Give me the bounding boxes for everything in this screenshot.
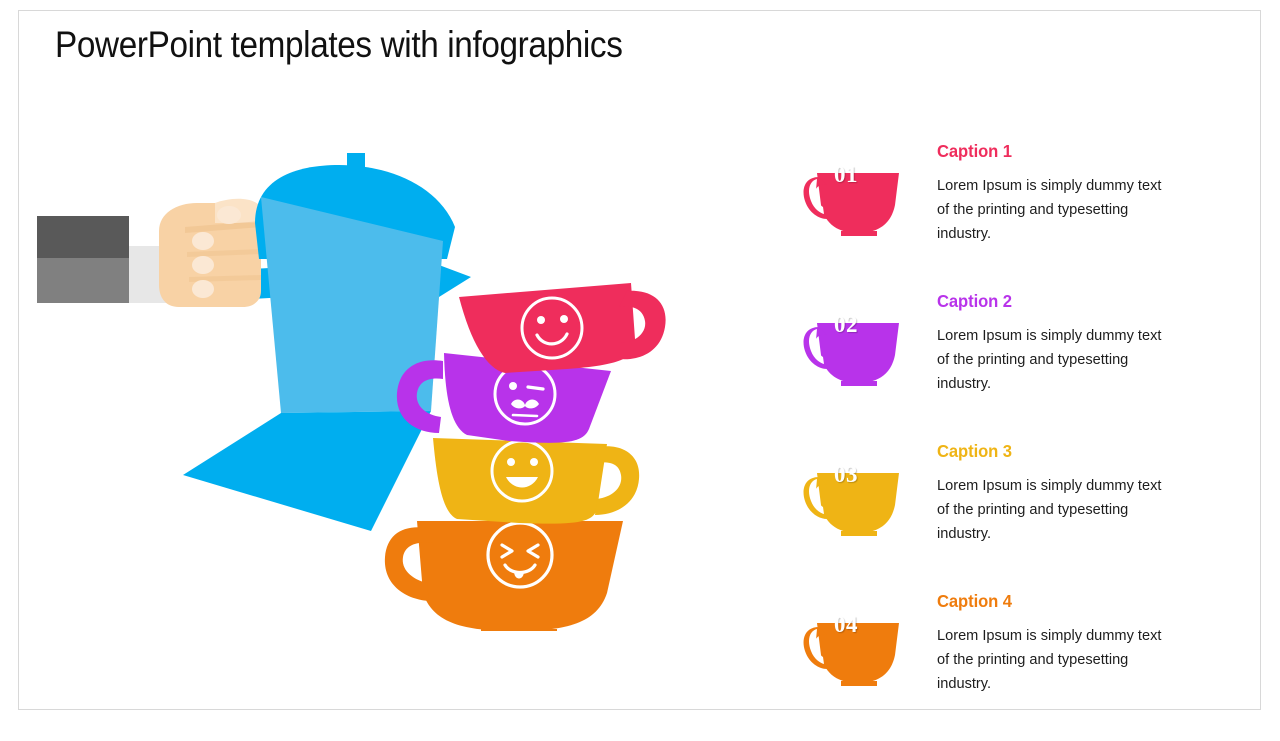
caption-text-block: Caption 2 Lorem Ipsum is simply dummy te… — [937, 291, 1173, 396]
caption-text-block: Caption 4 Lorem Ipsum is simply dummy te… — [937, 591, 1173, 696]
caption-text-block: Caption 3 Lorem Ipsum is simply dummy te… — [937, 441, 1173, 546]
stacked-cup-orange — [384, 521, 623, 631]
coffee-cup-icon — [803, 169, 903, 237]
caption-body: Lorem Ipsum is simply dummy text of the … — [937, 477, 1162, 542]
page-title: PowerPoint templates with infographics — [55, 24, 623, 65]
caption-heading: Caption 3 — [937, 441, 1012, 461]
coffee-cup-icon — [803, 619, 903, 687]
caption-item-1[interactable]: 01 Caption 1 Lorem Ipsum is simply dummy… — [789, 141, 1189, 291]
caption-list: 01 Caption 1 Lorem Ipsum is simply dummy… — [789, 141, 1189, 741]
coffee-cup-icon — [803, 469, 903, 537]
caption-item-3[interactable]: 03 Caption 3 Lorem Ipsum is simply dummy… — [789, 441, 1189, 591]
hand — [159, 198, 261, 307]
caption-body: Lorem Ipsum is simply dummy text of the … — [937, 177, 1162, 242]
coffee-cup-icon — [803, 319, 903, 387]
caption-text-block: Caption 1 Lorem Ipsum is simply dummy te… — [937, 141, 1173, 246]
illustration-hand-pouring-coffee — [19, 131, 679, 631]
caption-item-4[interactable]: 04 Caption 4 Lorem Ipsum is simply dummy… — [789, 591, 1189, 741]
caption-body: Lorem Ipsum is simply dummy text of the … — [937, 627, 1162, 692]
caption-item-2[interactable]: 02 Caption 2 Lorem Ipsum is simply dummy… — [789, 291, 1189, 441]
caption-body: Lorem Ipsum is simply dummy text of the … — [937, 327, 1162, 392]
pot-lower-body — [183, 411, 431, 531]
stacked-cup-yellow — [433, 438, 640, 524]
caption-heading: Caption 2 — [937, 291, 1012, 311]
caption-heading: Caption 4 — [937, 591, 1012, 611]
caption-heading: Caption 1 — [937, 141, 1012, 161]
slide-canvas: PowerPoint templates with infographics 0… — [18, 10, 1261, 710]
stacked-cup-pink — [459, 283, 666, 373]
